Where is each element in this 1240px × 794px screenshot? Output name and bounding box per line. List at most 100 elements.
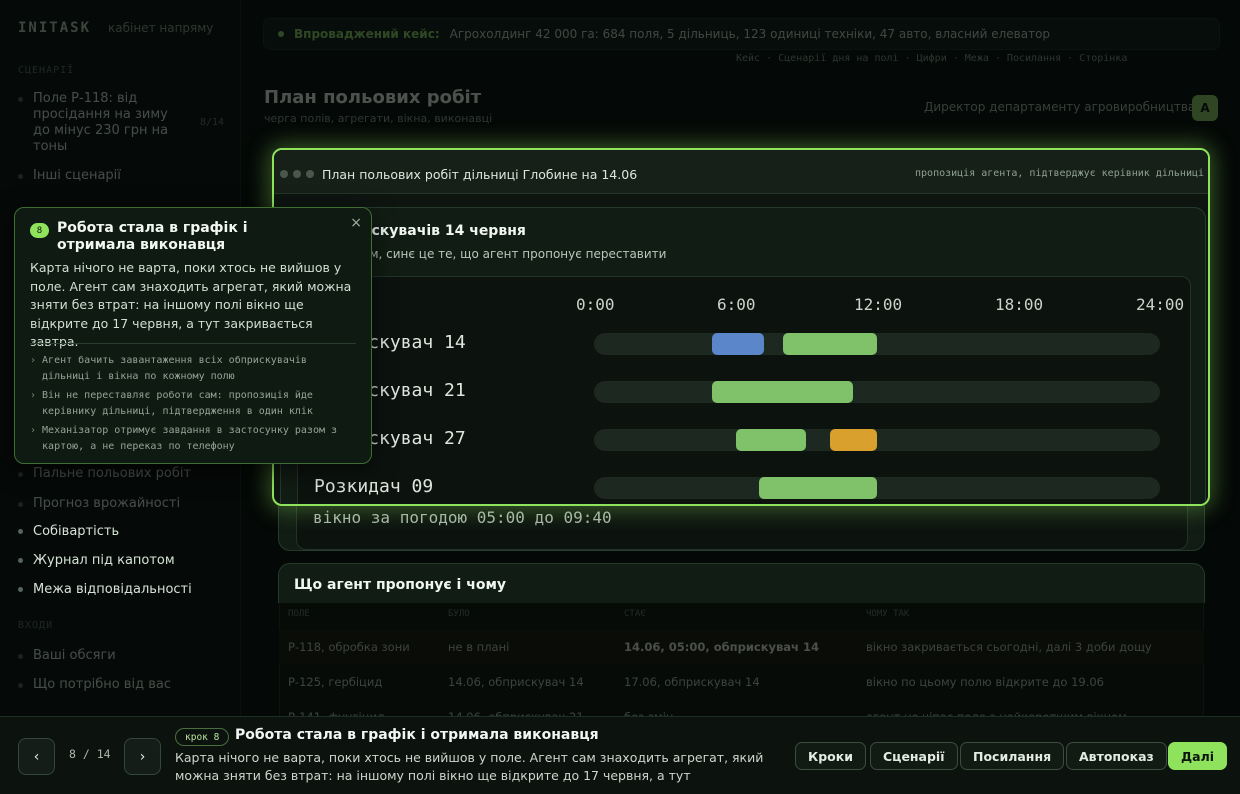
scenarios-button[interactable]: Сценарії — [870, 742, 958, 770]
gantt-bar[interactable] — [782, 333, 877, 355]
window-note: пропозиція агента, підтверджує керівник … — [915, 168, 1204, 179]
scenario-counter: 8/14 — [200, 117, 225, 128]
table-row[interactable]: Р-118, обробка зони не в плані 14.06, 05… — [279, 630, 1204, 664]
bullet-icon — [18, 472, 23, 477]
gantt-bar[interactable] — [759, 477, 877, 499]
case-banner: Впроваджений кейс: Агрохолдинг 42 000 га… — [263, 18, 1220, 50]
gantt-chart: 0:00 6:00 12:00 18:00 24:00 Обприскувач 14 Обп… — [297, 276, 1191, 504]
popover-title: Робота стала в графік і отримала виконав… — [57, 220, 248, 253]
sidebar-item-label: Інші сценарії — [33, 168, 121, 183]
bullet-icon — [18, 174, 23, 179]
axis-tick-label: 12:00 — [854, 295, 903, 314]
spotlight-window: План польових робіт дільниці Глобине на … — [272, 148, 1210, 506]
gantt-track — [594, 333, 1160, 355]
sidebar-item-label: Пальне польових робіт — [33, 466, 192, 481]
bullet-icon — [18, 97, 23, 102]
proposals-title: Що агент пропонує і чому — [294, 577, 507, 593]
table-cell: вікно закривається сьогодні, далі 3 доби… — [866, 640, 1152, 654]
sidebar-item-other[interactable]: Інші сценарії — [18, 168, 121, 183]
table-cell: 14.06, 05:00, обприскувач 14 — [624, 640, 819, 654]
page-subtitle: черга полів, агрегати, вікна, виконавці — [264, 112, 493, 125]
point-text: Він не переставляє роботи сам: пропозиці… — [42, 390, 313, 417]
banner-text: Агрохолдинг 42 000 га: 684 поля, 5 дільн… — [449, 27, 1051, 41]
prev-button[interactable]: ‹ — [18, 738, 55, 775]
gantt-bar[interactable] — [735, 429, 807, 451]
step-badge: 8 — [30, 223, 49, 238]
user-role: Директор департаменту агровиробництва — [924, 100, 1196, 114]
steps-button[interactable]: Кроки — [795, 742, 866, 770]
axis-tick-label: 24:00 — [1136, 295, 1185, 314]
autoplay-button[interactable]: Автопоказ — [1066, 742, 1167, 770]
axis-tick-label: 0:00 — [576, 295, 615, 314]
status-dot-icon — [278, 31, 284, 37]
weather-window-note: вікно за погодою 05:00 до 09:40 — [313, 508, 612, 527]
sidebar-item-fuel[interactable]: Пальне польових робіт — [18, 466, 191, 481]
sidebar-item-scenario[interactable]: Поле Р-118: від просідання на зиму до мі… — [18, 91, 224, 155]
proposals-card-header: Що агент пропонує і чому — [278, 563, 1205, 603]
window-title: План польових робіт дільниці Глобине на … — [322, 167, 638, 182]
row-label: Розкидач 09 — [314, 476, 434, 497]
gantt-bar[interactable] — [711, 333, 764, 355]
bullet-icon — [18, 587, 23, 592]
page-title: План польових робіт — [264, 87, 482, 108]
next-button[interactable]: Далі — [1168, 742, 1228, 770]
sidebar-item-label: Межа відповідальності — [33, 582, 192, 597]
table-cell: Р-118, обробка зони — [288, 640, 410, 654]
tour-popover: 8 Робота стала в графік і отримала викон… — [14, 207, 372, 464]
gantt-track — [594, 477, 1160, 499]
gantt-chart-footer: вікно за погодою 05:00 до 09:40 — [296, 506, 1188, 550]
sidebar-section-label: СЦЕНАРІЇ — [18, 65, 75, 76]
list-item: › Він не переставляє роботи сам: пропозиц… — [30, 388, 360, 420]
sidebar-item-yield[interactable]: Прогноз врожайності — [18, 496, 180, 511]
table-cell: вікно по цьому полю відкрите до 19.06 — [866, 675, 1104, 689]
next-step-button[interactable]: › — [124, 738, 161, 775]
sidebar-item-boundary[interactable]: Межа відповідальності — [18, 582, 192, 597]
chevron-right-icon: › — [30, 355, 37, 366]
bullet-icon — [18, 558, 23, 563]
links-button[interactable]: Посилання — [960, 742, 1065, 770]
bullet-icon — [18, 654, 23, 659]
gantt-bar[interactable] — [711, 381, 854, 403]
step-badge: крок 8 — [175, 728, 230, 746]
sidebar-item-cost[interactable]: Собівартість — [18, 524, 119, 539]
banner-label: Впроваджений кейс: — [294, 27, 440, 41]
column-header: ПОЛЕ — [288, 609, 310, 619]
gantt-bar[interactable] — [829, 429, 877, 451]
table-cell: 14.06, обприскувач 14 — [448, 675, 584, 689]
window-dot-icon — [306, 170, 314, 178]
close-icon[interactable]: × — [350, 215, 362, 231]
tour-bottom-bar: ‹ 8 / 14 › крок 8 Робота стала в графік … — [0, 716, 1240, 794]
sidebar-item-volumes[interactable]: Ваші обсяги — [18, 648, 116, 663]
sidebar-item-label: Собівартість — [33, 524, 120, 539]
top-links[interactable]: Кейс · Сценарії дня на полі · Цифри · Ме… — [736, 53, 1127, 64]
sidebar-item-journal[interactable]: Журнал під капотом — [18, 553, 175, 568]
sidebar-item-label: Поле Р-118: від просідання на зиму до мі… — [33, 91, 169, 154]
bullet-icon — [18, 683, 23, 688]
sidebar-item-label: Що потрібно від вас — [33, 677, 171, 692]
table-row[interactable]: Р-125, гербіцид 14.06, обприскувач 14 17… — [279, 665, 1204, 699]
gantt-card: Завантаження обприскувачів 14 червня Зел… — [274, 207, 1206, 504]
step-counter: 8 / 14 — [69, 747, 111, 761]
point-text: Агент бачить завантаження всіх обприскув… — [42, 355, 307, 382]
chevron-right-icon: › — [30, 425, 37, 436]
list-item: › Механізатор отримує завдання в застосун… — [30, 423, 360, 455]
sidebar-item-label: Ваші обсяги — [33, 648, 116, 663]
avatar[interactable]: А — [1192, 95, 1218, 121]
gantt-track — [594, 429, 1160, 451]
list-item: › Агент бачить завантаження всіх обприску… — [30, 353, 360, 385]
window-titlebar: План польових робіт дільниці Глобине на … — [274, 150, 1208, 194]
step-title: Робота стала в графік і отримала виконав… — [235, 727, 599, 743]
table-cell: не в плані — [448, 640, 510, 654]
divider — [30, 343, 356, 344]
sidebar-item-needs[interactable]: Що потрібно від вас — [18, 677, 171, 692]
sidebar-item-label: Прогноз врожайності — [33, 496, 181, 511]
point-text: Механізатор отримує завдання в застосунк… — [42, 425, 338, 452]
table-cell: 17.06, обприскувач 14 — [624, 675, 760, 689]
axis-tick-label: 18:00 — [995, 295, 1044, 314]
column-header: БУЛО — [448, 609, 470, 619]
bullet-icon — [18, 502, 23, 507]
column-header: ЧОМУ ТАК — [866, 609, 910, 619]
bullet-icon — [18, 529, 23, 534]
brand-logo: INITASK — [18, 20, 92, 36]
window-dot-icon — [293, 170, 301, 178]
